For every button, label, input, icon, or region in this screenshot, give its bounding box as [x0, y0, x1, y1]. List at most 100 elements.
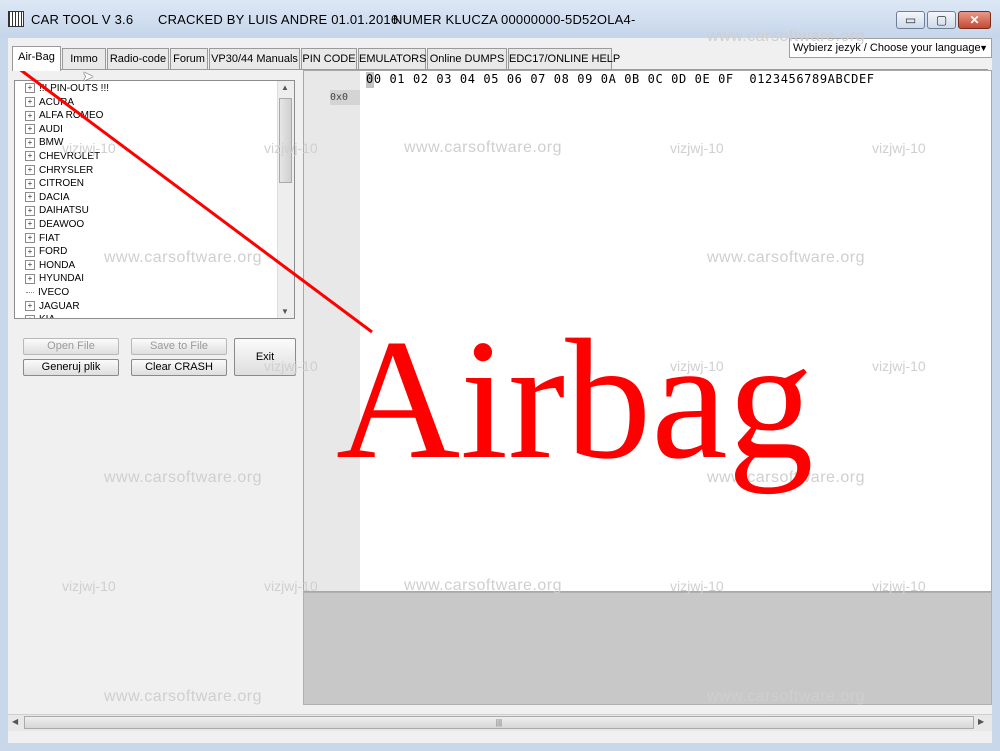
expand-icon[interactable]: + [25, 260, 35, 271]
tree-item-label: JAGUAR [39, 300, 80, 312]
tree-item[interactable]: + KIA [25, 313, 55, 318]
expand-icon[interactable]: + [25, 192, 35, 203]
tree-item-label: CHRYSLER [39, 164, 94, 176]
watermark: vizjwj-10 [264, 578, 318, 594]
expand-icon[interactable]: + [25, 96, 35, 107]
tab-radio-code[interactable]: Radio-code [107, 48, 169, 69]
clear-crash-button[interactable]: Clear CRASH [131, 359, 227, 376]
watermark: vizjwj-10 [872, 578, 926, 594]
watermark: www.carsoftware.org [707, 688, 865, 705]
tree-item[interactable]: + ACURA [25, 96, 74, 109]
hex-column-header: 00 01 02 03 04 05 06 07 08 09 0A 0B 0C 0… [366, 72, 875, 86]
tree-item-label: CITROEN [39, 178, 84, 190]
tree-item-label: DACIA [39, 191, 70, 203]
expand-icon[interactable]: + [25, 219, 35, 230]
save-to-file-button[interactable]: Save to File [131, 338, 227, 355]
expand-icon[interactable]: + [25, 83, 35, 94]
expand-icon[interactable]: + [25, 110, 35, 121]
tree-item[interactable]: + CITROEN [25, 177, 84, 190]
tree-item-label: KIA [39, 314, 55, 318]
tree-item[interactable]: + BMW [25, 136, 63, 149]
tree-item-label: AUDI [39, 123, 63, 135]
close-button[interactable]: ✕ [958, 11, 991, 29]
tree-item-label: IVECO [38, 287, 70, 298]
tree-item[interactable]: + DEAWOO [25, 218, 84, 231]
expand-icon[interactable]: + [25, 137, 35, 148]
scroll-up-icon[interactable]: ▲ [281, 83, 289, 92]
tree-item-label: FORD [39, 246, 68, 258]
vehicle-tree[interactable]: +!!! PIN-OUTS !!! + ACURA + ALFA ROMEO + AUDI +… [14, 80, 295, 319]
expand-icon[interactable]: + [25, 151, 35, 162]
tree-item[interactable]: + JAGUAR [25, 300, 80, 313]
watermark: vizjwj-10 [670, 140, 724, 156]
tab-pin-code[interactable]: PIN CODE [301, 48, 357, 69]
tab-online-dumps[interactable]: Online DUMPS [427, 48, 507, 69]
scroll-right-icon[interactable]: ▶ [978, 717, 984, 726]
tab-edc17-online-help[interactable]: EDC17/ONLINE HELP [508, 48, 620, 69]
app-title: CAR TOOL V 3.6 [31, 12, 134, 27]
tree-item[interactable]: + ALFA ROMEO [25, 109, 103, 122]
chevron-down-icon: ▼ [979, 43, 988, 53]
minimize-button[interactable]: ▭ [896, 11, 925, 29]
tree-item-label: BMW [39, 137, 64, 149]
tree-item-label: HONDA [39, 259, 76, 271]
tree-item-label: ACURA [39, 96, 75, 108]
hex-offset-label: 0x0 [330, 90, 360, 105]
tree-item[interactable]: + HYUNDAI [25, 272, 84, 285]
watermark: vizjwj-10 [62, 578, 116, 594]
watermark: www.carsoftware.org [104, 688, 262, 705]
watermark: vizjwj-10 [872, 140, 926, 156]
cracked-by-text: CRACKED BY LUIS ANDRE 01.01.2016 [158, 12, 399, 27]
watermark: www.carsoftware.org [707, 28, 865, 45]
tree-item-label: DEAWOO [39, 219, 85, 230]
generate-file-button[interactable]: Generuj plik [23, 359, 119, 376]
expand-icon[interactable]: + [25, 205, 35, 216]
watermark: vizjwj-10 [264, 358, 318, 374]
tree-item[interactable]: + AUDI [25, 123, 63, 136]
expand-icon[interactable]: + [25, 124, 35, 135]
tree-item[interactable]: + CHRYSLER [25, 164, 93, 177]
expand-icon[interactable]: + [25, 246, 35, 257]
tree-item-label: ALFA ROMEO [39, 110, 104, 122]
left-panel: +!!! PIN-OUTS !!! + ACURA + ALFA ROMEO + AUDI +… [12, 70, 300, 743]
tree-leaf-connector [26, 291, 34, 293]
expand-icon[interactable]: + [25, 232, 35, 243]
tree-item-label: HYUNDAI [39, 273, 85, 285]
tab-air-bag[interactable]: Air-Bag [12, 46, 61, 71]
output-panel [303, 592, 992, 705]
tree-item[interactable]: + FORD [25, 245, 67, 258]
tab-forum[interactable]: Forum [170, 48, 208, 69]
expand-icon[interactable]: + [25, 314, 35, 318]
scroll-down-icon[interactable]: ▼ [281, 307, 289, 316]
tree-item[interactable]: IVECO [25, 286, 69, 299]
open-file-button[interactable]: Open File [23, 338, 119, 355]
tab-immo[interactable]: Immo [62, 48, 106, 69]
tree-item-label: !!! PIN-OUTS !!! [39, 83, 110, 94]
horizontal-scroll-thumb[interactable]: ||| [24, 716, 974, 729]
watermark: vizjwj-10 [872, 358, 926, 374]
tree-item[interactable]: + !!! PIN-OUTS !!! [25, 82, 109, 95]
app-icon [8, 11, 24, 27]
expand-icon[interactable]: + [25, 178, 35, 189]
tree-item[interactable]: + HONDA [25, 259, 75, 272]
watermark: www.carsoftware.org [707, 249, 865, 266]
horizontal-scrollbar[interactable]: ◀ ||| ▶ [8, 714, 992, 731]
tree-item-label: FIAT [39, 232, 60, 244]
key-number-text: NUMER KLUCZA 00000000-5D52OLA4- [393, 12, 636, 27]
tree-item[interactable]: + DAIHATSU [25, 204, 89, 217]
tree-item[interactable]: + DACIA [25, 191, 70, 204]
watermark: vizjwj-10 [264, 140, 318, 156]
watermark: www.carsoftware.org [404, 139, 562, 156]
watermark: vizjwj-10 [62, 140, 116, 156]
maximize-button[interactable]: ▢ [927, 11, 956, 29]
tab-vp30-44-manuals[interactable]: VP30/44 Manuals [209, 48, 300, 69]
tab-emulators[interactable]: EMULATORS [358, 48, 426, 69]
watermark: www.carsoftware.org [104, 469, 262, 486]
expand-icon[interactable]: + [25, 273, 35, 284]
tree-item[interactable]: + FIAT [25, 232, 60, 245]
tree-scrollbar[interactable]: ▲ ▼ [277, 81, 294, 318]
watermark: www.carsoftware.org [104, 249, 262, 266]
scroll-left-icon[interactable]: ◀ [12, 717, 18, 726]
expand-icon[interactable]: + [25, 300, 35, 311]
expand-icon[interactable]: + [25, 164, 35, 175]
